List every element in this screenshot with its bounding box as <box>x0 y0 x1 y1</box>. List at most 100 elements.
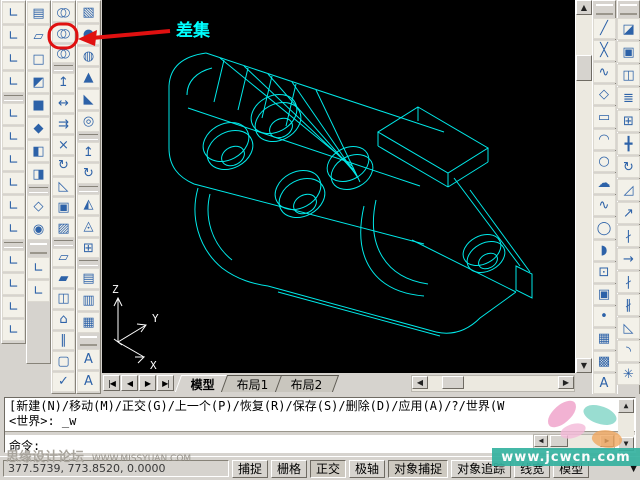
flat-shaded-icon[interactable]: ■ <box>27 94 50 116</box>
canvas-vscrollbar[interactable]: ▲ ▼ <box>575 0 592 373</box>
ucs-3point-icon[interactable]: ∟ <box>2 218 25 240</box>
3d-wireframe-icon[interactable]: □ <box>27 48 50 70</box>
nav-first-button[interactable]: |◀ <box>103 375 120 391</box>
status-menu-arrow-icon[interactable]: ▼ <box>630 464 637 474</box>
separate-icon[interactable]: ∥ <box>52 330 75 351</box>
text-style-icon[interactable]: A <box>77 349 100 371</box>
region-icon[interactable]: ▩ <box>592 350 616 372</box>
scroll-down-button[interactable]: ▼ <box>618 437 634 451</box>
status-toggle-grid[interactable]: 栅格 <box>271 459 308 478</box>
insert-block-icon[interactable]: ⊡ <box>592 261 616 283</box>
copy-faces-icon[interactable]: ▣ <box>52 197 75 218</box>
rotate-icon[interactable]: ↻ <box>617 156 640 178</box>
imprint-icon[interactable]: ◫ <box>52 289 75 309</box>
color-edges-icon[interactable]: ▰ <box>52 268 75 289</box>
scroll-left-button[interactable]: ◀ <box>534 435 548 447</box>
command-vscrollbar[interactable]: ▲ ▼ <box>618 399 634 451</box>
cylinder-icon[interactable]: ◍ <box>77 45 100 67</box>
break-icon[interactable]: ∦ <box>617 294 640 316</box>
subtract-icon[interactable]: ○○ <box>52 22 75 43</box>
toolbar-grab-handle[interactable] <box>620 4 637 15</box>
move-ucs-origin-icon[interactable]: ∟ <box>27 280 50 302</box>
ucs-x-icon[interactable]: ∟ <box>2 250 25 272</box>
stretch-icon[interactable]: ↗ <box>617 202 640 224</box>
nav-prev-button[interactable]: ◀ <box>121 375 138 391</box>
delete-faces-icon[interactable]: × <box>52 135 75 155</box>
move-faces-icon[interactable]: ↔ <box>52 93 75 114</box>
revcloud-icon[interactable]: ☁ <box>592 173 616 195</box>
scroll-right-button[interactable]: ▶ <box>600 435 614 447</box>
gouraud-shaded-icon[interactable]: ◆ <box>27 117 50 139</box>
nav-last-button[interactable]: ▶| <box>157 375 174 391</box>
ucs-face-icon[interactable]: ∟ <box>2 126 25 148</box>
drawing-canvas[interactable]: Z Y X <box>102 0 575 373</box>
break-at-point-icon[interactable]: ∤ <box>617 271 640 293</box>
sphere-icon[interactable]: ● <box>77 23 100 45</box>
check-icon[interactable]: ✓ <box>52 372 75 392</box>
extend-icon[interactable]: → <box>617 248 640 270</box>
make-block-icon[interactable]: ▣ <box>592 283 616 306</box>
wedge-icon[interactable]: ◣ <box>77 89 100 111</box>
extrude-icon[interactable]: ↥ <box>77 141 100 163</box>
polygon-icon[interactable]: ◇ <box>592 84 616 106</box>
ucs-previous-icon[interactable]: ∟ <box>2 48 25 70</box>
intersect-icon[interactable]: ○○ <box>52 43 75 64</box>
cone-icon[interactable]: ▲ <box>77 67 100 89</box>
toolbar-grab-handle[interactable] <box>30 243 47 254</box>
point-icon[interactable]: • <box>592 306 616 328</box>
status-toggle-snap[interactable]: 捕捉 <box>232 459 269 478</box>
scroll-left-button[interactable]: ◀ <box>412 375 428 389</box>
box-icon[interactable]: ▧ <box>77 2 100 23</box>
array-icon[interactable]: ⊞ <box>617 110 640 132</box>
ucs-origin-icon[interactable]: ∟ <box>2 172 25 194</box>
ucs-icon[interactable]: ∟ <box>2 2 25 24</box>
mtext-icon[interactable]: A <box>592 372 616 394</box>
tab-layout2[interactable]: 布局2 <box>274 374 339 392</box>
revolve-icon[interactable]: ↻ <box>77 163 100 185</box>
hatch-icon[interactable]: ▦ <box>592 328 616 350</box>
explode-icon[interactable]: ✳ <box>617 363 640 385</box>
section-icon[interactable]: ◬ <box>77 215 100 237</box>
scroll-up-button[interactable]: ▲ <box>576 0 592 15</box>
status-toggle-model[interactable]: 模型 <box>553 459 590 478</box>
erase-icon[interactable]: ◪ <box>617 18 640 40</box>
arc-icon[interactable]: ◠ <box>592 128 616 150</box>
hidden-icon[interactable]: ◩ <box>27 71 50 93</box>
setup-drawing-icon[interactable]: ▤ <box>77 268 100 290</box>
union-icon[interactable]: ○○ <box>52 2 75 22</box>
spline-icon[interactable]: ∿ <box>592 195 616 217</box>
scroll-right-button[interactable]: ▶ <box>558 375 574 389</box>
command-hscrollbar[interactable]: ◀ ▶ <box>533 434 615 450</box>
ucs-world-icon[interactable]: ∟ <box>2 71 25 93</box>
camera-icon[interactable]: ◉ <box>27 218 50 240</box>
named-ucs-icon[interactable]: ∟ <box>27 257 50 279</box>
ucs-y-icon[interactable]: ∟ <box>2 273 25 295</box>
2d-wireframe-icon[interactable]: ▱ <box>27 25 50 47</box>
ucs-apply-icon[interactable]: ∟ <box>2 319 25 341</box>
scroll-up-button[interactable]: ▲ <box>618 399 634 413</box>
scroll-thumb[interactable] <box>576 55 592 81</box>
ucs-z-axis-vector-icon[interactable]: ∟ <box>2 195 25 217</box>
toolbar-grab-handle[interactable] <box>80 335 97 347</box>
polyline-icon[interactable]: ∿ <box>592 62 616 84</box>
ellipse-arc-icon[interactable]: ◗ <box>592 239 616 261</box>
setup-profile-icon[interactable]: ▦ <box>77 311 100 333</box>
color-faces-icon[interactable]: ▨ <box>52 218 75 238</box>
shell-icon[interactable]: ▢ <box>52 351 75 372</box>
scroll-down-button[interactable]: ▼ <box>576 358 592 373</box>
ucs-z-icon[interactable]: ∟ <box>2 296 25 318</box>
status-toggle-otrack[interactable]: 对象追踪 <box>451 459 512 478</box>
toolbar-grab-handle[interactable] <box>595 4 613 15</box>
command-text-area[interactable]: [新建(N)/移动(M)/正交(G)/上一个(P)/恢复(R)/保存(S)/删除… <box>4 397 636 453</box>
rotate-faces-icon[interactable]: ↻ <box>52 155 75 176</box>
offset-faces-icon[interactable]: ⇉ <box>52 114 75 135</box>
status-toggle-osnap[interactable]: 对象捕捉 <box>388 459 449 478</box>
move-icon[interactable]: ╋ <box>617 133 640 155</box>
preview-icon[interactable]: ▤ <box>27 2 50 24</box>
ucs-view-icon[interactable]: ∟ <box>2 149 25 171</box>
line-icon[interactable]: ╱ <box>592 17 616 39</box>
scroll-thumb[interactable] <box>442 375 464 389</box>
interference-icon[interactable]: ⊞ <box>77 237 100 259</box>
copy-icon[interactable]: ▣ <box>617 41 640 63</box>
rectangle-icon[interactable]: ▭ <box>592 106 616 128</box>
